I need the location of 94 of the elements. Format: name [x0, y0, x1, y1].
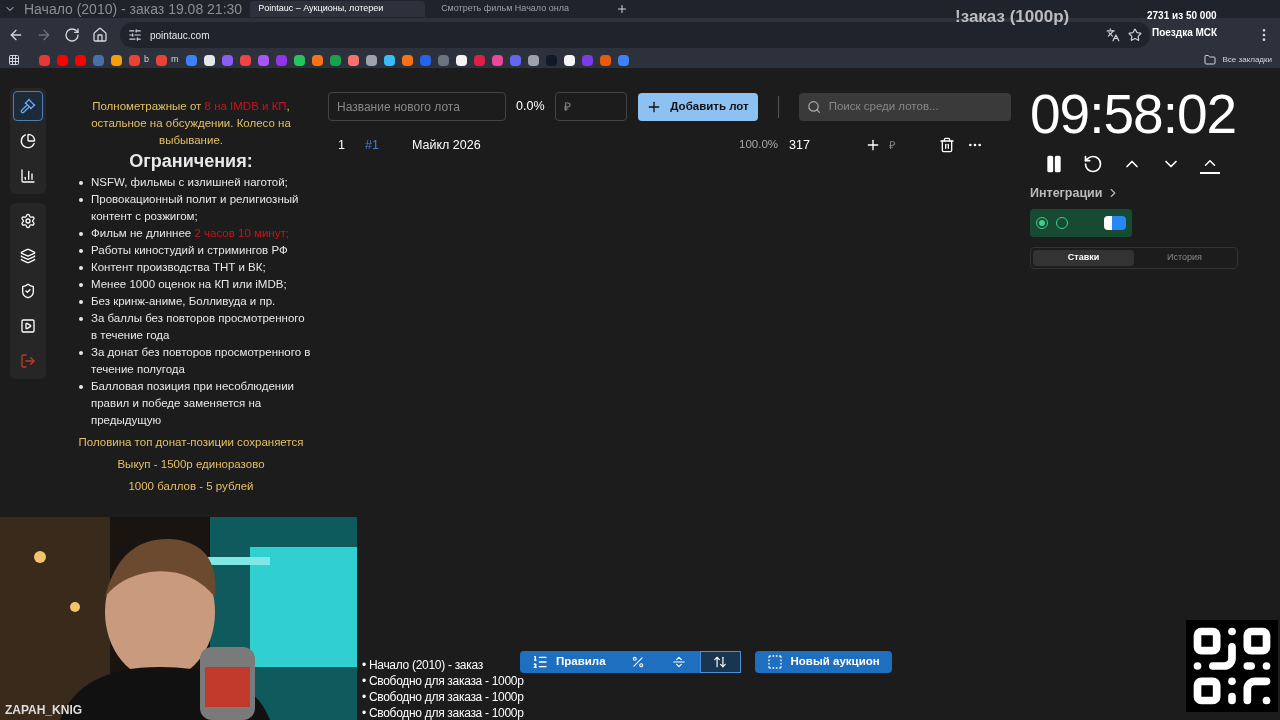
rules-note: 1000 баллов - 5 рублей [128, 479, 254, 494]
list-icon [532, 654, 548, 670]
search-icon [806, 98, 821, 115]
bullet-icon [79, 351, 83, 355]
new-tab-icon[interactable] [616, 3, 629, 15]
currency-icon[interactable]: ₽ [889, 136, 939, 154]
rule-item: Контент производства ТНТ и ВК; [91, 260, 266, 275]
add-amount-icon[interactable] [865, 137, 881, 153]
queue-line: • Свободно для заказа - 1000р [362, 705, 524, 720]
add-lot-button[interactable]: Добавить лот [637, 92, 758, 121]
new-auction-button[interactable]: Новый аукцион [754, 651, 892, 673]
lot-index: 1 [337, 136, 346, 154]
bullet-icon [79, 300, 83, 304]
bookmark-icon[interactable] [527, 54, 539, 66]
bookmark-label[interactable]: m [171, 53, 179, 67]
bullet-icon [79, 198, 83, 202]
goal-counter: 2731 из 50 000 [1147, 9, 1217, 23]
split-icon [672, 655, 687, 669]
queue-line: • Свободно для заказа - 1000р [362, 673, 524, 689]
lot-amount: 317 [788, 136, 811, 154]
history-tab[interactable]: История [1134, 249, 1235, 266]
amount-field[interactable]: ₽ [554, 92, 627, 121]
forward-icon[interactable] [36, 27, 52, 43]
folder-icon[interactable] [1203, 54, 1216, 66]
streamer-name: ZAPAH_KNIG [5, 702, 83, 719]
reload-icon[interactable] [64, 27, 80, 43]
lot-name: Майкл 2026 [411, 136, 482, 154]
rule-item: Фильм не длиннее 2 часов 10 минут; [91, 226, 289, 241]
queue-line: • Начало (2010) - заказ [362, 657, 484, 673]
back-icon[interactable] [8, 27, 24, 43]
shield-check-icon [20, 283, 36, 299]
browser-tab[interactable]: Смотреть фильм Начало онла [433, 1, 609, 17]
all-bookmarks-link[interactable]: Все закладки [1222, 54, 1272, 66]
bookmark-icon[interactable] [383, 54, 395, 66]
home-icon[interactable] [92, 27, 108, 43]
rules-heading: Ограничения: [129, 153, 253, 170]
arrows-up-down-icon [713, 655, 728, 669]
bullet-icon [79, 249, 83, 253]
lot-percent: 0.0% [516, 98, 545, 116]
bookmark-icon[interactable] [563, 54, 575, 66]
bullet-icon [79, 181, 83, 185]
layers-icon [20, 248, 36, 264]
pie-chart-icon [20, 133, 36, 149]
bar-chart-icon [20, 168, 36, 184]
bullet-icon [79, 232, 83, 236]
browser-tab[interactable]: Pointauc – Аукционы, лотереи [250, 1, 426, 17]
apps-icon[interactable] [8, 54, 20, 66]
rule-item: Без кринж-аниме, Болливуда и пр. [91, 294, 276, 309]
rules-note: Половина топ донат-позиции сохраняется [78, 435, 304, 450]
history-tab[interactable]: Ставки [1033, 249, 1134, 266]
pause-icon[interactable] [1044, 154, 1064, 174]
bullet-icon [79, 317, 83, 321]
rule-item: За баллы без повторов просмотренного в течение года [91, 311, 306, 343]
bullet-icon [79, 283, 83, 287]
settings-icon [20, 213, 36, 229]
rules-button[interactable]: Правила [520, 651, 618, 673]
bookmark-icon[interactable] [455, 54, 467, 66]
stream-caption: Начало (2010) - заказ 19.08 21:30 [24, 0, 243, 18]
lot-search-input[interactable]: Поиск среди лотов... [828, 97, 1003, 116]
timer-display: 09:58:02 [1030, 84, 1236, 144]
qr-code-icon [1186, 620, 1278, 712]
rule-item: За донат без повторов просмотренного в течение полугода [91, 345, 312, 377]
queue-line: • Свободно для заказа - 1000р [362, 689, 524, 705]
bullet-icon [79, 385, 83, 389]
bookmark-icon[interactable] [203, 54, 215, 66]
bookmark-icon[interactable] [293, 54, 305, 66]
reset-icon[interactable] [1083, 154, 1103, 174]
integrations-link[interactable]: Интеграции [1030, 184, 1103, 203]
bookmark-label[interactable]: b [144, 53, 149, 67]
rule-item: NSFW, фильмы с излишней наготой; [91, 175, 288, 190]
rule-item: Менее 1000 оценок на КП или iMDB; [91, 277, 287, 292]
site-settings-icon[interactable] [128, 28, 142, 42]
delete-icon[interactable] [939, 137, 955, 153]
play-icon [20, 318, 36, 334]
goal-title: Поездка МСК [1152, 26, 1218, 40]
rule-item: Провокационный полит и религиозный контент с розжигом; [91, 192, 300, 224]
bookmark-star-icon[interactable] [1128, 28, 1142, 42]
lot-id: #1 [364, 136, 380, 154]
sort-button[interactable] [699, 651, 741, 673]
lot-percent: 100.0% [739, 137, 779, 153]
bookmark-icon[interactable] [365, 54, 377, 66]
lot-search-field[interactable]: Поиск среди лотов... [798, 92, 1011, 121]
vk-logo-icon[interactable] [1104, 215, 1126, 230]
translate-icon[interactable] [1106, 28, 1120, 42]
percent-icon [631, 655, 646, 669]
lot-name-field[interactable]: Название нового лота [328, 92, 506, 121]
logout-icon [20, 353, 36, 369]
gavel-icon [20, 98, 36, 114]
bullet-icon [79, 266, 83, 270]
rules-intro: Полнометражные от 8 на IMDB и КП, остальное на обсуждении. Колесо на выбывание. [90, 99, 292, 148]
bookmark-icon[interactable] [111, 54, 122, 66]
rules-note: Выкуп - 1500р единоразово [117, 457, 265, 472]
rule-item: Работы киностудий и стримингов РФ [91, 243, 288, 258]
rule-item: Балловая позиция при несоблюдении правил и победе заменяется на предыдущую [91, 379, 296, 428]
